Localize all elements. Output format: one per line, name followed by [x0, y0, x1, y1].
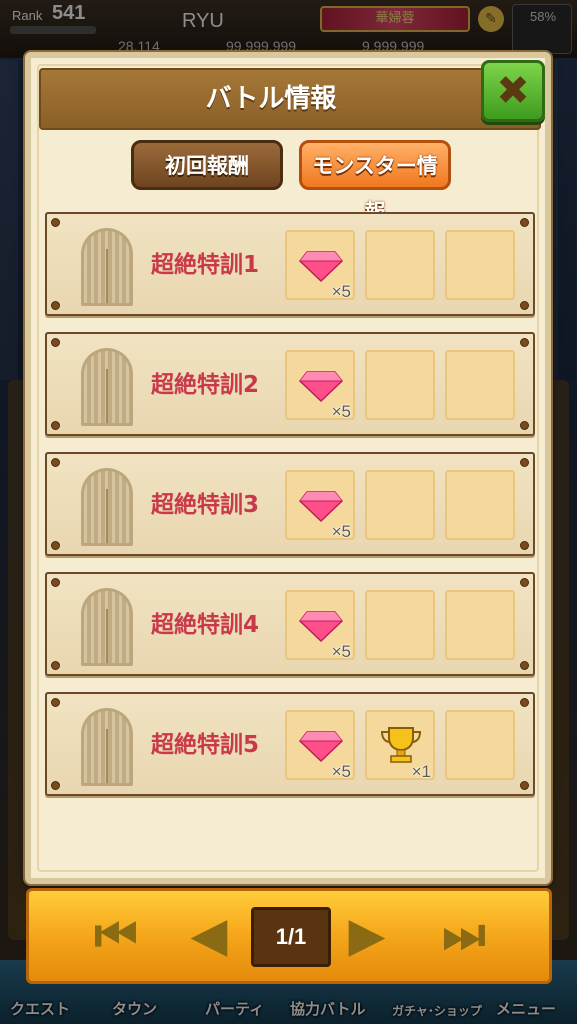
door-icon [81, 348, 133, 426]
reward-slot-empty [445, 710, 515, 780]
reward-slot-empty [445, 230, 515, 300]
rivet [520, 541, 529, 550]
rivet [520, 421, 529, 430]
rivet [520, 338, 529, 347]
rivet [520, 661, 529, 670]
reward-slot: ×5 [285, 230, 355, 301]
door-icon [81, 708, 133, 786]
reward-slot-empty [365, 230, 435, 300]
stage-row[interactable]: 超絶特訓5 ×5 ×1 [45, 692, 535, 796]
reward-slot-empty [365, 350, 435, 420]
modal-title: バトル情報 [205, 84, 337, 114]
gem-icon [299, 251, 343, 282]
stage-row[interactable]: 超絶特訓2 ×5 [45, 332, 535, 436]
rivet [51, 338, 60, 347]
door-icon [81, 228, 133, 306]
door-icon [81, 468, 133, 546]
reward-slot: ×5 [285, 470, 355, 541]
rivet [520, 698, 529, 707]
gem-icon [299, 731, 343, 762]
reward-slot-empty [445, 590, 515, 660]
rivet [520, 218, 529, 227]
rivet [51, 698, 60, 707]
stage-row[interactable]: 超絶特訓3 ×5 [45, 452, 535, 556]
battle-info-modal: バトル情報 ✖ 初回報酬 モンスター情報 超絶特訓1 ×5 超絶特訓2 ×5 [25, 52, 551, 884]
reward-quantity: ×5 [331, 642, 351, 661]
rivet [51, 661, 60, 670]
rivet [51, 458, 60, 467]
reward-slot-empty [365, 470, 435, 540]
reward-slot-empty [445, 470, 515, 540]
stage-name: 超絶特訓1 [151, 252, 260, 278]
rivet [51, 541, 60, 550]
rivet [520, 301, 529, 310]
close-button[interactable]: ✖ [481, 60, 545, 122]
rivet [51, 781, 60, 790]
gem-icon [299, 611, 343, 642]
stage-name: 超絶特訓5 [151, 732, 260, 758]
modal-header: バトル情報 [39, 68, 541, 130]
stage-name: 超絶特訓3 [151, 492, 260, 518]
tab-first-reward[interactable]: 初回報酬 [131, 140, 283, 190]
stage-name: 超絶特訓4 [151, 612, 260, 638]
stage-name: 超絶特訓2 [151, 372, 260, 398]
rivet [51, 301, 60, 310]
tab-monster-info[interactable]: モンスター情報 [299, 140, 451, 224]
stage-row[interactable]: 超絶特訓4 ×5 [45, 572, 535, 676]
rivet [51, 421, 60, 430]
gem-icon [299, 371, 343, 402]
reward-quantity: ×5 [331, 402, 351, 421]
pagination-bar: ⏮ ◀ 1/1 ▶ ⏭ [26, 888, 552, 984]
rivet [520, 458, 529, 467]
page-indicator: 1/1 [251, 907, 331, 967]
reward-quantity: ×5 [331, 282, 351, 301]
stage-row[interactable]: 超絶特訓1 ×5 [45, 212, 535, 316]
last-page-icon[interactable]: ⏭ [439, 905, 489, 965]
reward-slot: ×5 [285, 350, 355, 421]
gem-icon [299, 491, 343, 522]
close-icon: ✖ [496, 68, 530, 114]
reward-slot: ×5 [285, 710, 355, 781]
reward-slot: ×5 [285, 590, 355, 661]
door-icon [81, 588, 133, 666]
reward-slot-empty [445, 350, 515, 420]
rivet [520, 578, 529, 587]
first-page-icon[interactable]: ⏮ [91, 905, 141, 965]
rivet [520, 781, 529, 790]
rivet [51, 218, 60, 227]
reward-slot: ×1 [365, 710, 435, 781]
reward-slot-empty [365, 590, 435, 660]
prev-page-icon[interactable]: ◀ [189, 905, 229, 965]
rivet [51, 578, 60, 587]
reward-quantity: ×5 [331, 762, 351, 781]
trophy-icon [380, 727, 422, 763]
reward-quantity: ×5 [331, 522, 351, 541]
reward-quantity: ×1 [411, 762, 431, 781]
next-page-icon[interactable]: ▶ [347, 905, 387, 965]
